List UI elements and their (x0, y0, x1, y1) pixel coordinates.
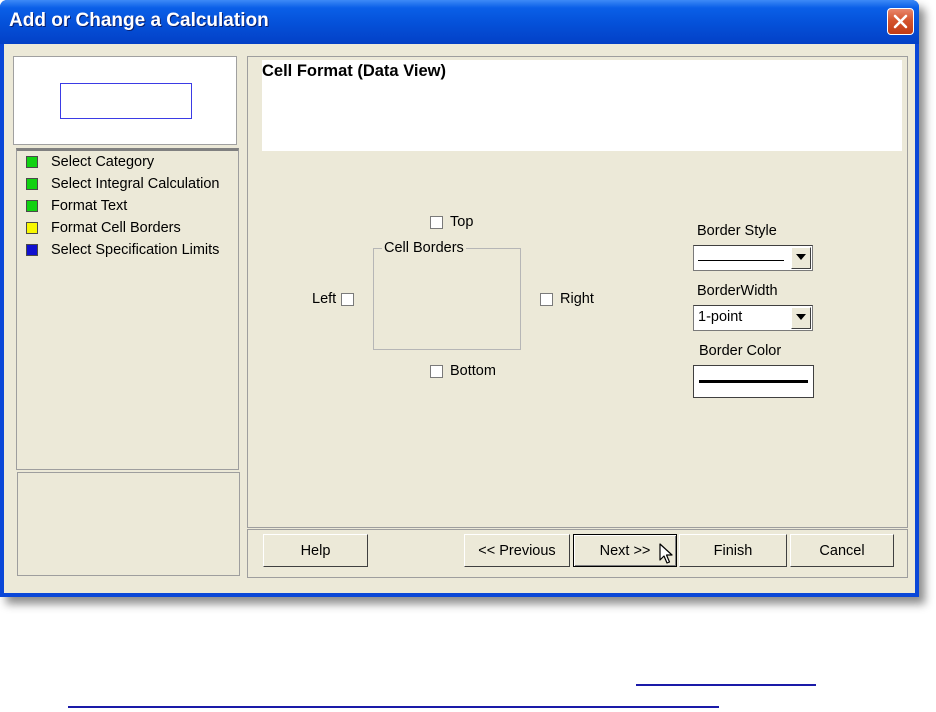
left-border-checkbox[interactable]: Left (312, 291, 355, 307)
panel-title: Cell Format (Data View) (262, 62, 446, 80)
steps-list: Select Category Select Integral Calculat… (16, 148, 239, 470)
dropdown-button[interactable] (791, 307, 811, 329)
checkbox-label: Left (312, 291, 337, 307)
step-item-select-specification-limits[interactable]: Select Specification Limits (26, 239, 219, 261)
border-style-select[interactable] (693, 245, 813, 271)
border-width-select[interactable]: 1-point (693, 305, 813, 331)
preview-cell (60, 83, 192, 119)
cancel-button[interactable]: Cancel (790, 534, 894, 567)
step-status-icon (26, 156, 38, 168)
panel-header: Cell Format (Data View) (262, 60, 902, 151)
window-title: Add or Change a Calculation (9, 10, 269, 31)
border-width-label: BorderWidth (697, 283, 778, 299)
step-item-format-text[interactable]: Format Text (26, 195, 127, 217)
step-item-select-category[interactable]: Select Category (26, 151, 154, 173)
step-label: Format Cell Borders (51, 220, 181, 236)
previous-button[interactable]: << Previous (464, 534, 570, 567)
color-swatch (699, 380, 808, 383)
dialog-client: Select Category Select Integral Calculat… (4, 44, 915, 593)
group-label: Cell Borders (382, 240, 466, 256)
line-style-sample (698, 260, 784, 261)
step-label: Select Integral Calculation (51, 176, 220, 192)
step-label: Format Text (51, 198, 128, 214)
checkbox-box[interactable] (430, 215, 443, 229)
top-border-checkbox[interactable]: Top (430, 214, 473, 230)
checkbox-label: Right (560, 291, 594, 307)
step-label: Select Category (51, 154, 155, 170)
help-button[interactable]: Help (263, 534, 368, 567)
border-width-value: 1-point (698, 309, 743, 325)
step-item-format-cell-borders[interactable]: Format Cell Borders (26, 217, 181, 239)
step-status-icon (26, 200, 38, 212)
step-status-icon (26, 178, 38, 190)
cell-borders-group: Cell Borders (373, 240, 521, 350)
step-item-select-integral-calculation[interactable]: Select Integral Calculation (26, 173, 219, 195)
step-label: Select Specification Limits (51, 242, 220, 258)
checkbox-box[interactable] (540, 292, 553, 306)
close-icon (893, 14, 908, 29)
checkbox-box[interactable] (430, 364, 443, 378)
border-style-label: Border Style (697, 223, 777, 239)
checkbox-label: Top (450, 214, 474, 230)
step-status-icon (26, 222, 38, 234)
step-status-icon (26, 244, 38, 256)
chevron-down-icon (796, 314, 806, 320)
info-box (17, 472, 240, 576)
checkbox-label: Bottom (450, 363, 496, 379)
mouse-cursor-icon (659, 543, 673, 564)
close-button[interactable] (887, 8, 914, 35)
dialog-window: Add or Change a Calculation Select Categ… (0, 0, 919, 597)
title-bar[interactable]: Add or Change a Calculation (0, 0, 919, 44)
chevron-down-icon (796, 254, 806, 260)
right-border-checkbox[interactable]: Right (540, 291, 594, 307)
link-underline-2 (68, 706, 719, 708)
dropdown-button[interactable] (791, 247, 811, 269)
cell-preview (13, 56, 237, 145)
finish-button[interactable]: Finish (679, 534, 787, 567)
format-panel: Cell Format (Data View) Top Left Cell Bo… (247, 56, 908, 528)
border-color-label: Border Color (699, 343, 782, 359)
border-color-picker[interactable] (693, 365, 814, 398)
link-underline-1 (636, 684, 816, 686)
bottom-border-checkbox[interactable]: Bottom (430, 363, 496, 379)
checkbox-box[interactable] (341, 292, 355, 306)
